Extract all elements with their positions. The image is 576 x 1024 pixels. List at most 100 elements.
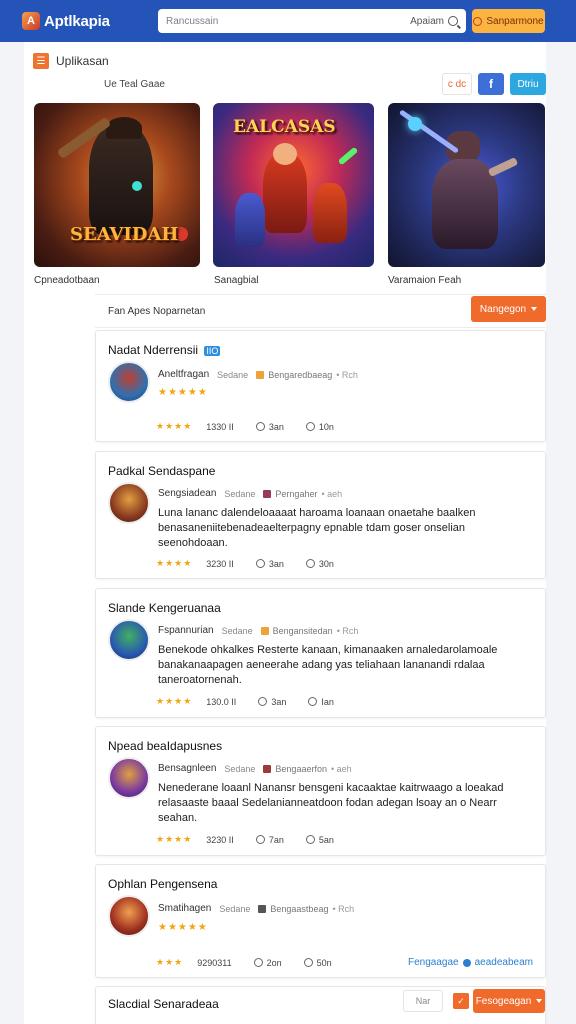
review-card[interactable]: Nadat Nderrensii IIO Aneltfragan Sedane … [95, 330, 546, 442]
card-actions: Nar ✓ Fesogeagan [403, 989, 545, 1013]
avatar[interactable] [108, 361, 150, 403]
tag-icon [263, 489, 272, 498]
bookmark-icon[interactable]: ✓ [453, 993, 469, 1009]
gallery-item[interactable]: SEAVIDAH [34, 103, 200, 267]
gallery-item[interactable] [388, 103, 545, 267]
like-button[interactable]: 2on [253, 957, 282, 968]
main-content: ☰ Uplikasan Ue Teal Gaae c dc f Dtriu SE… [24, 42, 546, 1024]
avatar[interactable] [108, 619, 150, 661]
stat-value: 2on [266, 957, 282, 968]
review-card[interactable]: Padkal Sendaspane Sengsiadean Sedane Per… [95, 451, 546, 579]
author-sub: Sedane [221, 625, 253, 636]
twitter-button[interactable]: Dtriu [510, 73, 546, 95]
author-meta: Bensagnleen Sedane Bengaaerfon • aeh [158, 763, 352, 774]
search-input[interactable] [166, 15, 411, 27]
card-link[interactable]: aeadeabeam [475, 957, 533, 968]
facebook-icon[interactable]: f [478, 73, 504, 95]
like-button[interactable]: 7an [255, 834, 284, 845]
card-badge: IIO [204, 346, 221, 356]
menu-icon[interactable]: ☰ [33, 53, 49, 69]
stat-size: 9290311 [197, 957, 232, 968]
stat-size: 3230 II [206, 558, 234, 569]
filter-row: Ue Teal Gaae c dc f Dtriu [104, 72, 546, 96]
card-title: Ophlan Pengensena [108, 877, 218, 891]
thumbnail-title: EALCASAS [233, 117, 336, 137]
avatar[interactable] [108, 482, 150, 524]
comment-button[interactable]: Ian [308, 697, 334, 707]
like-button[interactable]: 3an [258, 697, 286, 707]
comment-button[interactable]: 5an [305, 834, 334, 845]
author-meta: Smatihagen Sedane Bengaastbeag • Rch [158, 903, 354, 914]
stats-row: ★★★★ 3230 II 7an 5an [156, 834, 356, 845]
author-sub: Sedane [224, 488, 256, 499]
top-cta-button[interactable]: Sanparmone [472, 9, 545, 33]
author-name[interactable]: Bensagnleen [158, 763, 216, 774]
sort-label: Fan Apes Noparnetan [108, 305, 206, 317]
author-name[interactable]: Aneltfragan [158, 369, 209, 380]
review-text: Nenederane loaanl Nanansr bensgeni kacaa… [158, 782, 504, 824]
author-name[interactable]: Fspannurian [158, 625, 214, 636]
stat-value: Ian [321, 696, 334, 707]
card-links: Fengaagae aeadeabeam [408, 957, 533, 968]
top-cta-label: Sanparmone [486, 15, 544, 27]
comment-button[interactable]: 10n [305, 422, 334, 432]
sort-dropdown[interactable]: Nangegon [471, 296, 546, 322]
stats-row: ★★★★ 3230 II 3an 30n [156, 558, 356, 569]
avatar[interactable] [108, 895, 150, 937]
author-tag: Bengaastbeag [270, 903, 329, 914]
review-card[interactable]: Slacdial Senaradeaa Nar ✓ Fesogeagan [95, 986, 546, 1024]
author-tag: Perngaher [275, 488, 318, 499]
chevron-down-icon [536, 999, 543, 1003]
card-link[interactable]: Fengaagae [408, 957, 459, 968]
comment-icon [308, 697, 318, 706]
clock-icon [253, 958, 263, 967]
like-button[interactable]: 3an [255, 421, 284, 432]
stat-size: 130.0 II [206, 696, 237, 707]
review-card[interactable]: Slande Kengeruanaa Fspannurian Sedane Be… [95, 588, 546, 718]
author-name[interactable]: Smatihagen [158, 903, 211, 914]
search-scope[interactable]: Apaiam [410, 16, 444, 27]
small-rating: ★★★★ [156, 421, 193, 431]
search-icon[interactable] [448, 16, 458, 26]
stat-size: 1330 II [206, 421, 234, 432]
stats-row: ★★★★ 1330 II 3an 10n [156, 421, 356, 432]
stat-value: 3an [268, 421, 284, 432]
author-sub: Sedane [219, 903, 251, 914]
small-rating: ★★★ [156, 957, 184, 967]
author-name[interactable]: Sengsiadean [158, 488, 216, 499]
search-box[interactable]: Apaiam [158, 9, 466, 33]
card-title: Slacdial Senaradeaa [108, 997, 219, 1011]
review-card[interactable]: Npead beaIdapusnes Bensagnleen Sedane Be… [95, 726, 546, 856]
app-logo[interactable]: A Aptlkapia [22, 12, 147, 30]
card-chip[interactable]: Nar [403, 990, 443, 1012]
logo-text: Aptlkapia [44, 12, 110, 30]
tag-icon [263, 764, 272, 773]
avatar[interactable] [108, 757, 150, 799]
thumbnail-title: SEAVIDAH [70, 224, 179, 245]
like-button[interactable]: 3an [255, 559, 284, 569]
sort-dropdown-label: Nangegon [479, 303, 527, 315]
comment-button[interactable]: 30n [305, 559, 334, 569]
review-text: Benekode ohkalkes Resterte kanaan, kiman… [158, 644, 498, 686]
share-chip[interactable]: c dc [442, 73, 472, 95]
stat-value: 5an [318, 834, 334, 845]
comment-icon [305, 422, 315, 431]
small-rating: ★★★★ [156, 558, 193, 568]
cta-icon [473, 16, 483, 26]
author-tag: Bengaredbaeag [268, 369, 333, 380]
card-action-label: Fesogeagan [475, 995, 532, 1007]
card-title: Padkal Sendaspane [108, 464, 216, 478]
author-time: • Rch [336, 625, 359, 636]
game-thumbnail [388, 103, 545, 267]
stat-value: 7an [268, 834, 284, 845]
logo-icon: A [22, 12, 40, 30]
comment-button[interactable]: 50n [303, 958, 332, 968]
author-tag: Bengansitedan [272, 625, 333, 636]
stat-value: 3an [271, 696, 287, 707]
gallery-item[interactable]: EALCASAS [213, 103, 374, 267]
card-title: Nadat Nderrensii IIO [108, 343, 221, 357]
sort-row: Fan Apes Noparnetan Nangegon [95, 294, 546, 328]
review-card[interactable]: Ophlan Pengensena Smatihagen Sedane Beng… [95, 864, 546, 978]
comment-icon [305, 835, 315, 844]
card-action-button[interactable]: Fesogeagan [473, 989, 545, 1013]
